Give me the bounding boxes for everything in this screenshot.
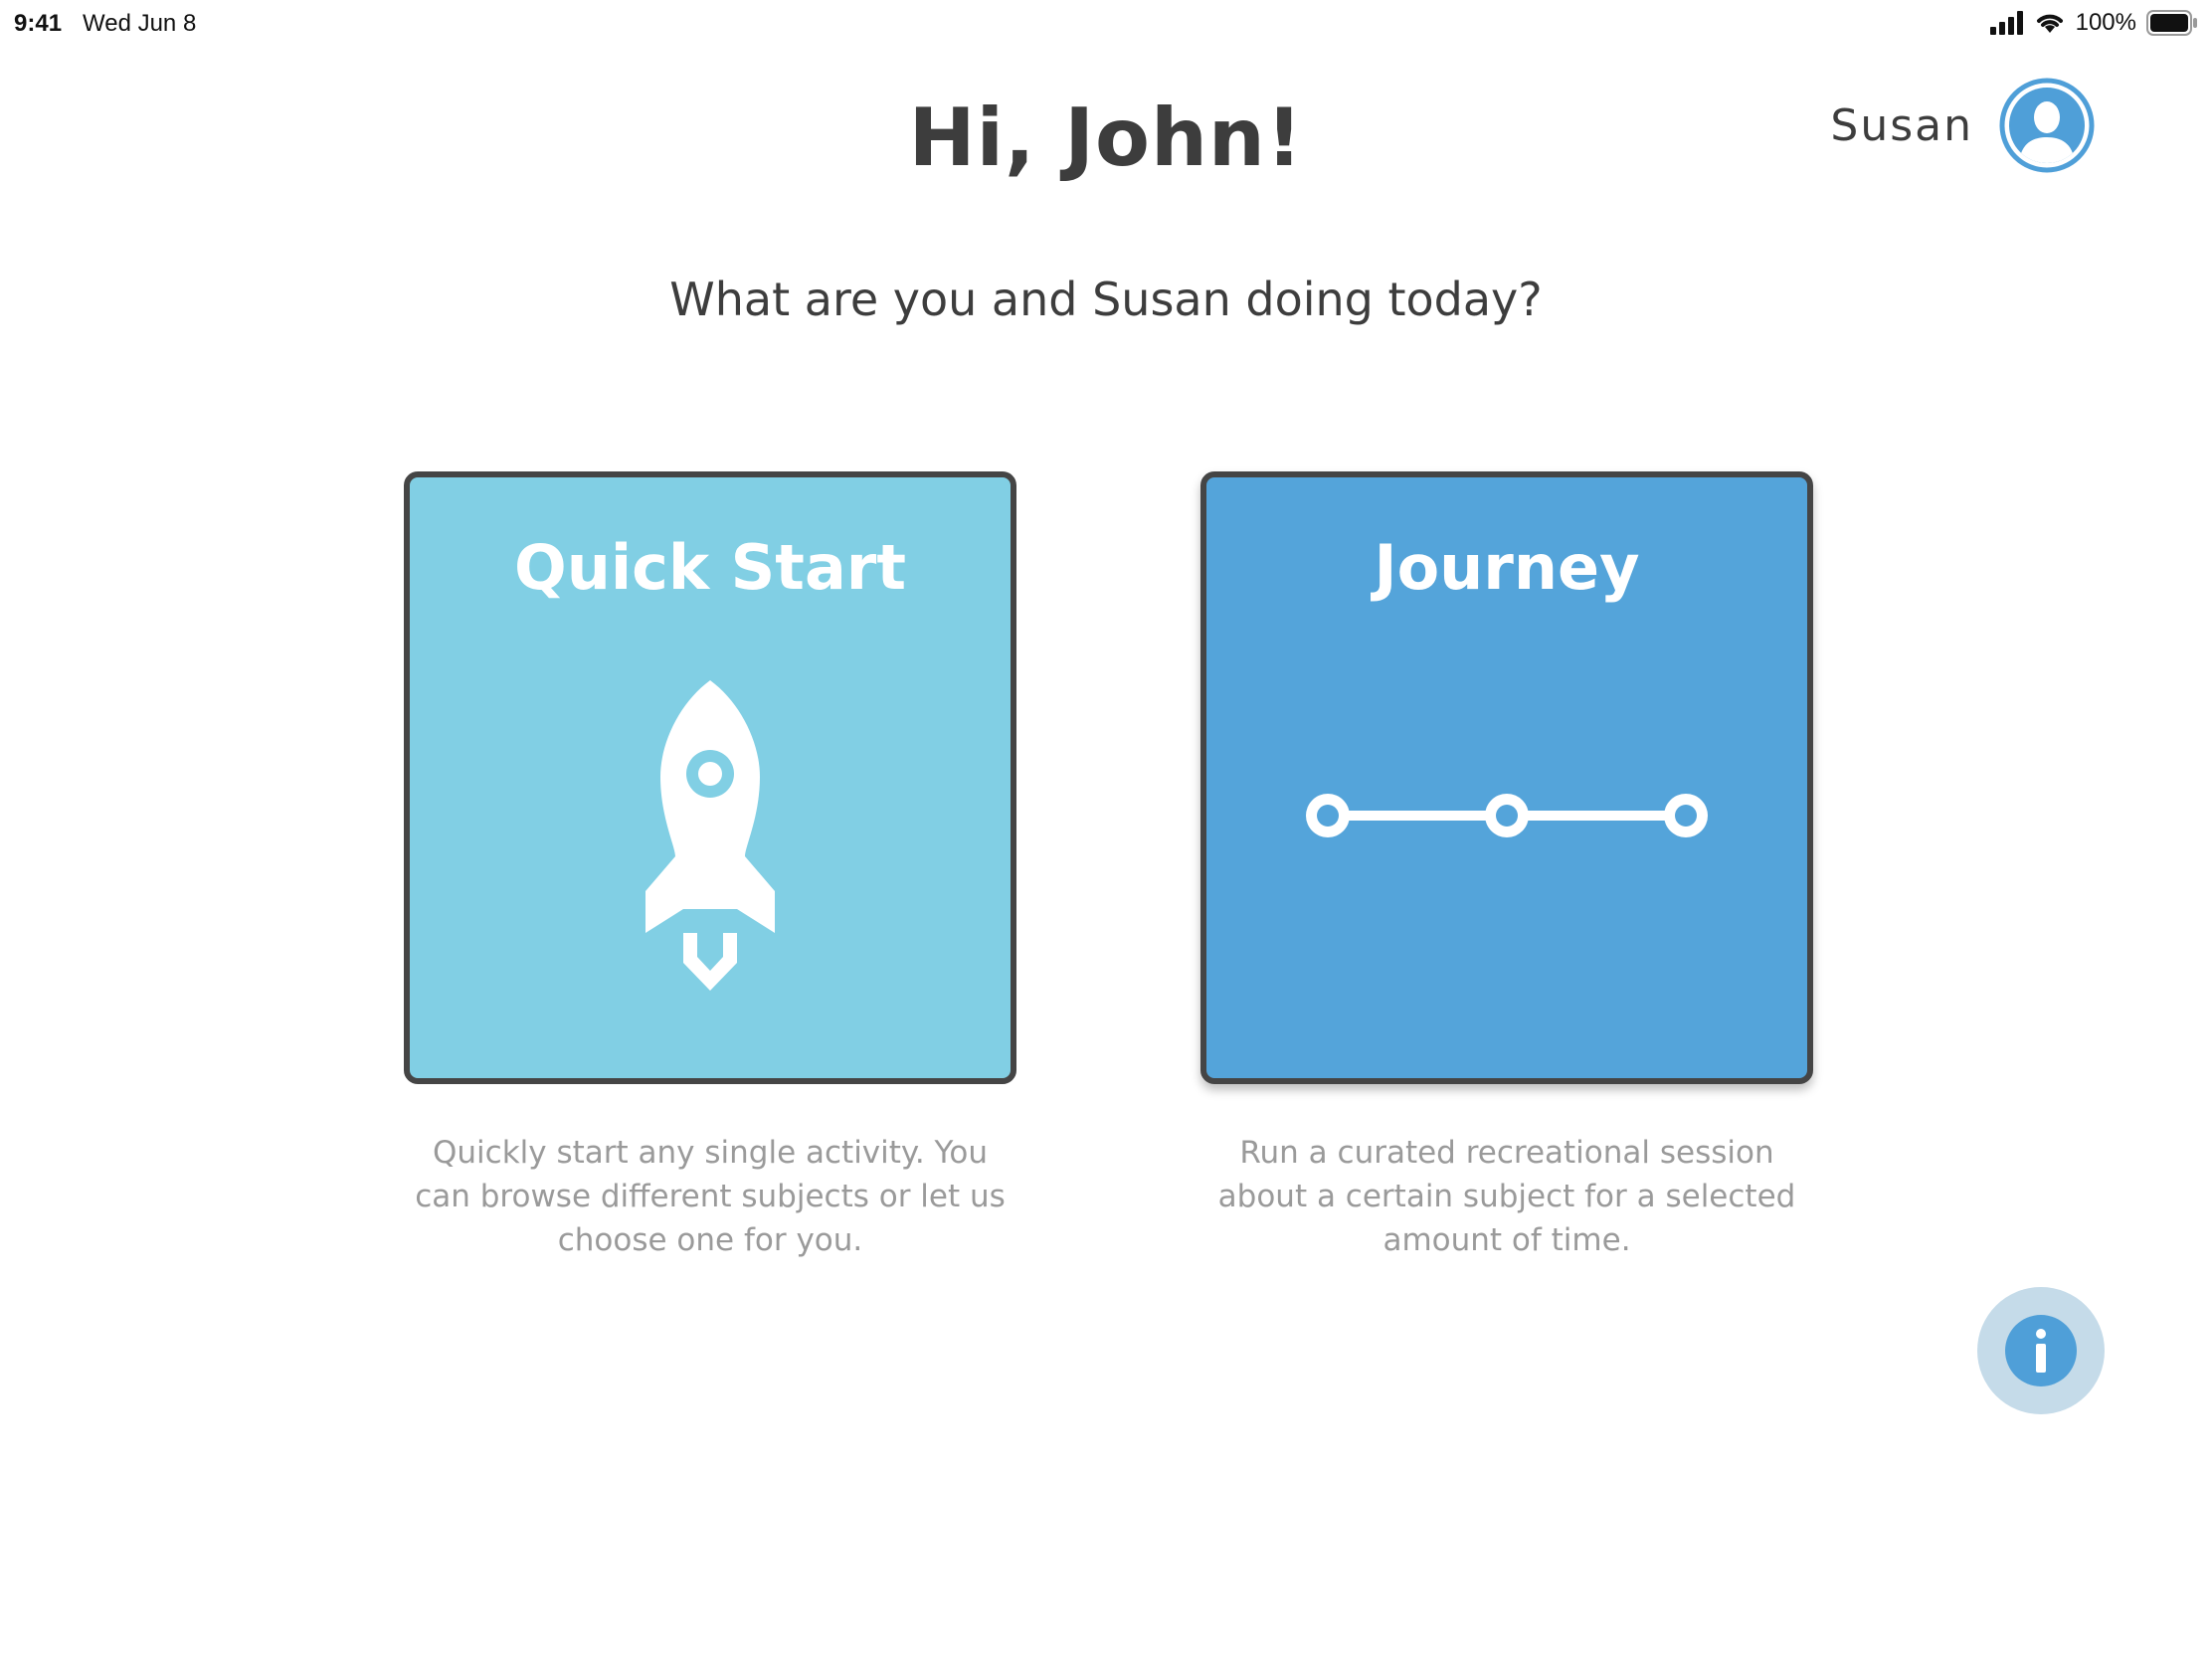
quick-start-description: Quickly start any single activity. You c… xyxy=(415,1135,1006,1258)
info-button[interactable] xyxy=(1977,1287,2105,1414)
page-prompt: What are you and Susan doing today? xyxy=(669,273,1543,326)
rocket-icon xyxy=(645,680,775,991)
user-avatar-icon[interactable] xyxy=(1999,78,2095,173)
journey-path-icon xyxy=(1306,794,1708,837)
quick-start-title: Quick Start xyxy=(513,531,906,604)
user-profile-button[interactable]: Susan xyxy=(1830,78,2095,173)
status-time: 9:41 xyxy=(14,10,63,37)
battery-percent: 100% xyxy=(2075,9,2136,36)
signal-icon xyxy=(1989,11,2023,35)
wifi-icon xyxy=(2036,14,2063,33)
quick-start-card[interactable]: Quick Start xyxy=(404,471,1016,1084)
status-date: Wed Jun 8 xyxy=(83,10,197,37)
status-indicators: 100% xyxy=(1989,8,2198,38)
journey-title: Journey xyxy=(1374,531,1640,604)
user-name: Susan xyxy=(1830,99,1973,151)
journey-description: Run a curated recreational session about… xyxy=(1217,1135,1796,1258)
status-bar: 9:41 Wed Jun 8 100% xyxy=(0,0,2212,48)
battery-icon xyxy=(2146,10,2197,36)
journey-card[interactable]: Journey xyxy=(1200,471,1813,1084)
info-icon xyxy=(2036,1329,2046,1373)
